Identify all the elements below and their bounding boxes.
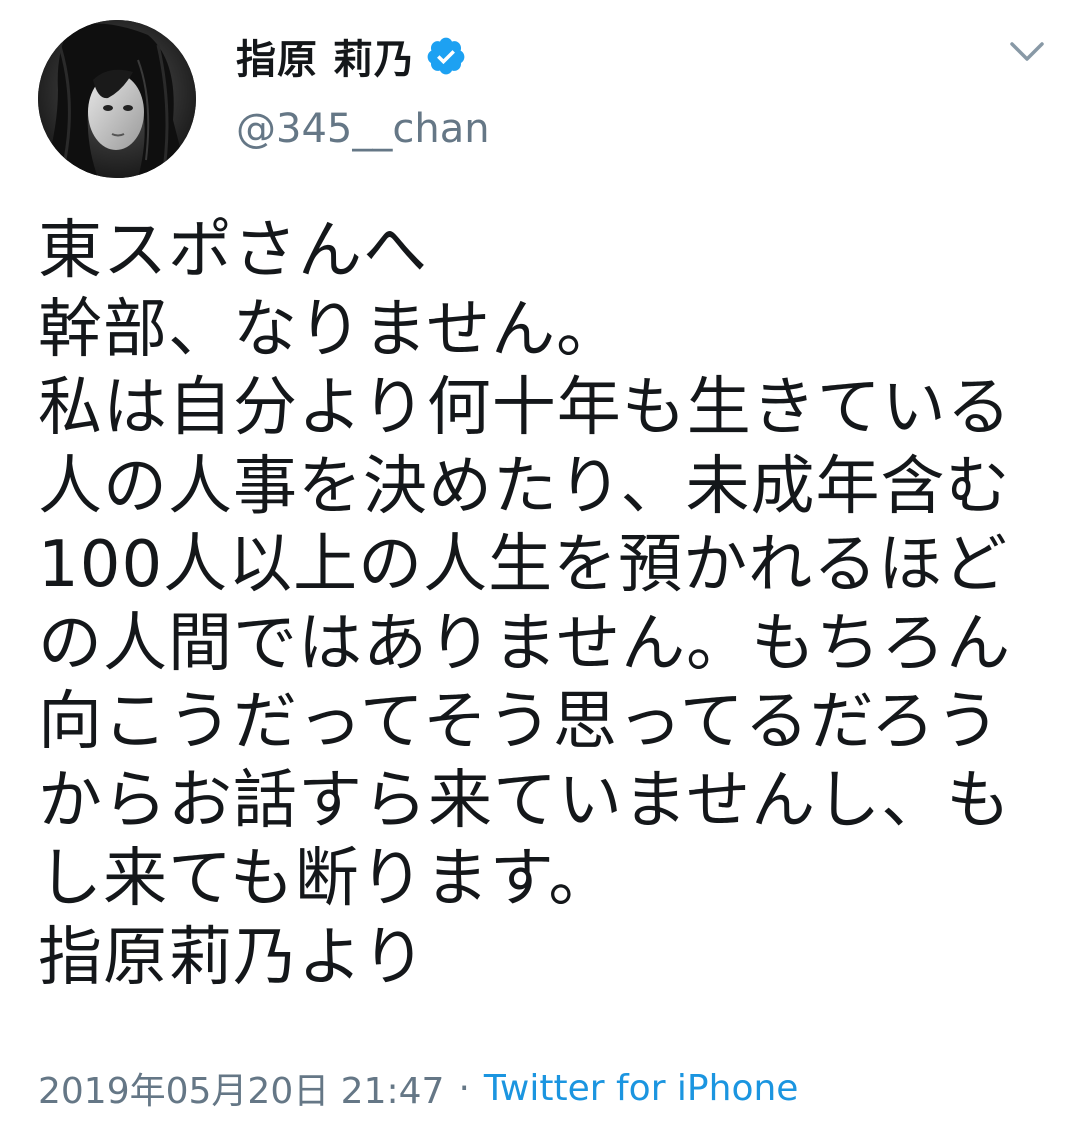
author-name-row: 指原 莉乃 <box>236 26 467 86</box>
timestamp[interactable]: 2019年05月20日 21:47 <box>38 1062 444 1114</box>
tweet-line: 向こうだってそう思ってるだろう <box>38 685 1001 759</box>
tweet-line: 東スポさんへ <box>38 214 428 288</box>
chevron-down-icon[interactable] <box>1008 38 1046 66</box>
tweet: 指原 莉乃 @345__chan 東スポさんへ 幹部、なりません。 私は自分より… <box>0 0 1080 1125</box>
tweet-line: 私は自分より何十年も生きている <box>38 371 1012 445</box>
tweet-line: 人の人事を決めたり、未成年含む <box>38 449 1011 524</box>
user-handle[interactable]: @345__chan <box>236 106 490 152</box>
profile-photo-image <box>38 20 196 178</box>
tweet-line: し来ても断ります。 <box>38 842 614 916</box>
tweet-line: からお話すら来ていませんし、も <box>38 763 1012 838</box>
tweet-meta: 2019年05月20日 21:47 · Twitter for iPhone <box>38 1062 798 1114</box>
avatar[interactable] <box>38 20 196 178</box>
tweet-line: 幹部、なりません。 <box>38 292 622 367</box>
tweet-line: 100人以上の人生を預かれるほど <box>38 528 1009 602</box>
display-name[interactable]: 指原 莉乃 <box>236 27 415 85</box>
source-link[interactable]: Twitter for iPhone <box>484 1068 799 1109</box>
tweet-text: 東スポさんへ 幹部、なりません。 私は自分より何十年も生きている 人の人事を決め… <box>38 212 1048 997</box>
tweet-line: 指原莉乃より <box>38 920 427 995</box>
verified-badge-icon <box>425 35 467 77</box>
tweet-line: の人間ではありません。もちろん <box>38 606 1012 681</box>
separator-dot: · <box>458 1067 470 1109</box>
